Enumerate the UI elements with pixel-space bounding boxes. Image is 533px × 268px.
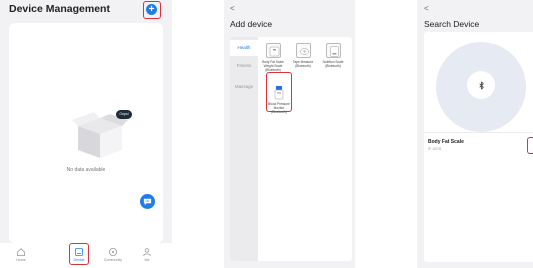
empty-text: No data available [66, 167, 106, 173]
user-icon [143, 248, 151, 257]
device-name: Nutrition Scale (Bluetooth) [322, 60, 344, 68]
tab-home[interactable]: Home [8, 247, 34, 262]
category-health[interactable]: Health [230, 40, 258, 56]
highlight-box [527, 137, 533, 154]
bluetooth-badge [467, 71, 495, 99]
scanning-radar [436, 42, 526, 132]
page-title: Search Device [424, 19, 480, 29]
highlight-box [69, 243, 89, 265]
highlight-box [266, 72, 292, 112]
page-title: Device Management [9, 3, 110, 15]
support-chat-button[interactable] [140, 194, 155, 209]
page-title: Add device [230, 19, 273, 29]
tab-label: Community [103, 258, 123, 262]
category-fitness[interactable]: Fitness [230, 63, 258, 68]
tutorial-composite: Device Management + Oops! No data availa… [0, 0, 533, 268]
device-management-screen: Device Management + Oops! No data availa… [0, 0, 172, 268]
back-button[interactable]: < [424, 4, 429, 13]
device-tape-measure[interactable]: Tape Measure (Bluetooth) [290, 43, 316, 68]
home-icon [17, 248, 25, 256]
category-sidebar: Health Fitness Massage [230, 37, 258, 261]
tab-community[interactable]: Community [100, 247, 126, 262]
bluetooth-icon [478, 80, 484, 90]
empty-badge: Oops! [116, 110, 132, 119]
found-device-name: Body Fat Scale [428, 139, 464, 145]
highlight-box: + [143, 1, 161, 19]
tape-measure-icon [295, 43, 311, 58]
device-name: Tape Measure (Bluetooth) [292, 60, 314, 68]
found-device-id: IF-4078 [428, 147, 442, 151]
add-device-button[interactable]: + [146, 4, 157, 15]
add-device-screen: < Add device Health Fitness Massage Body… [224, 0, 355, 268]
community-icon [109, 248, 117, 256]
nutrition-scale-icon [325, 43, 341, 58]
found-device-row[interactable]: Body Fat Scale IF-4078 [424, 132, 533, 158]
chat-icon [143, 198, 152, 206]
back-button[interactable]: < [230, 4, 235, 13]
tab-me[interactable]: Me [134, 247, 160, 262]
category-massage[interactable]: Massage [230, 84, 258, 89]
device-nutrition-scale[interactable]: Nutrition Scale (Bluetooth) [320, 43, 346, 68]
scale-icon [265, 43, 281, 58]
device-catalog: Health Fitness Massage Body Fat Scale We… [230, 37, 352, 261]
device-name: Body Fat Scale Weight Scale (Bluetooth) [262, 60, 284, 72]
tab-label: Me [144, 258, 150, 262]
device-body-fat-scale[interactable]: Body Fat Scale Weight Scale (Bluetooth) [260, 43, 286, 72]
tab-label: Home [16, 258, 26, 262]
search-device-screen: < Search Device Body Fat Scale IF-4078 [417, 0, 533, 268]
